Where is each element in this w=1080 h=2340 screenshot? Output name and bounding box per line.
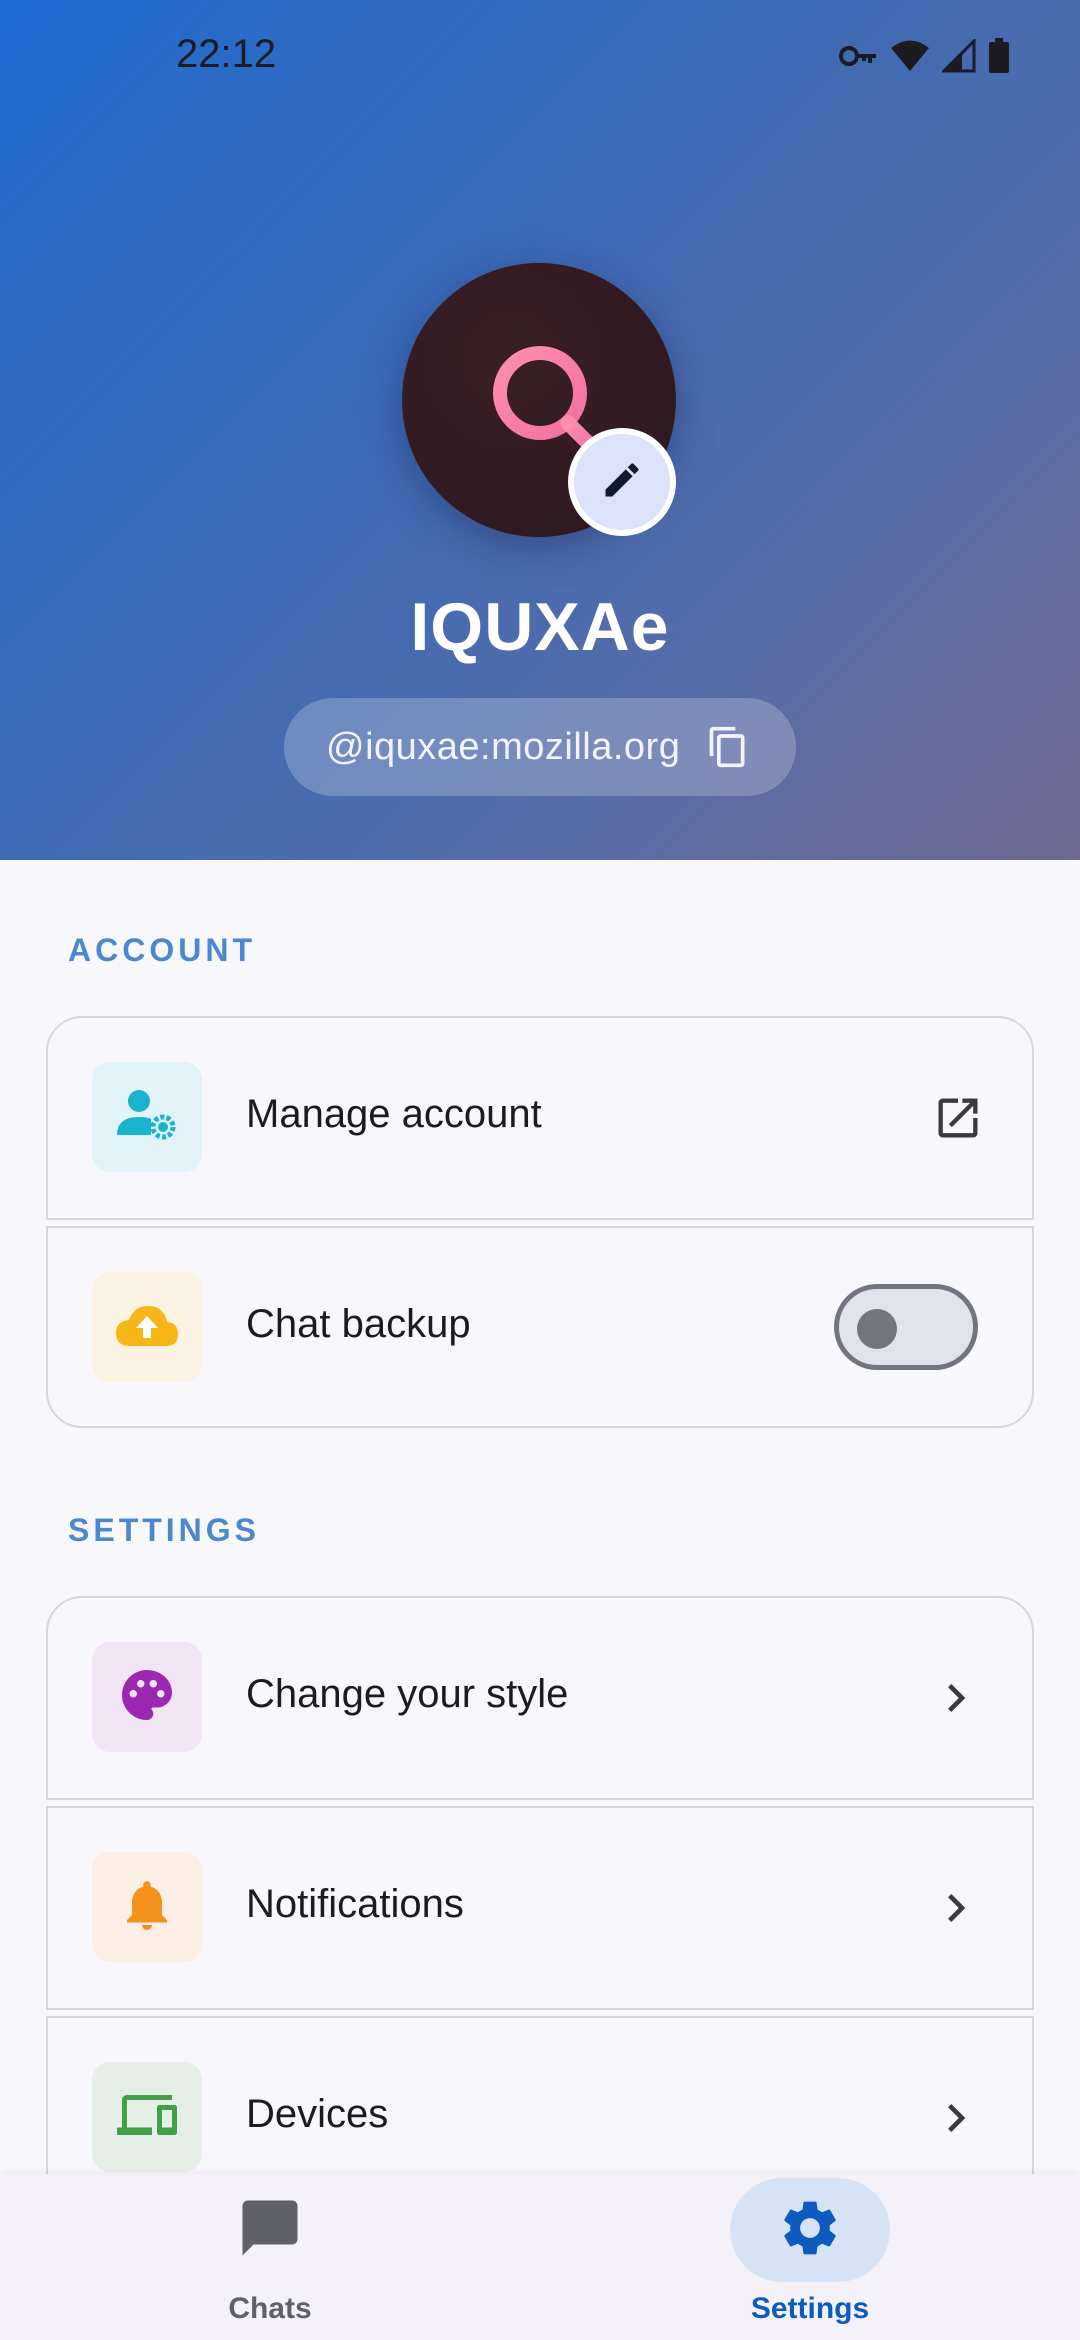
chevron-right-icon: [928, 1670, 984, 1731]
battery-icon: [988, 38, 1010, 74]
vpn-key-icon: [838, 41, 878, 71]
user-id-chip[interactable]: @iquxae:mozilla.org: [284, 698, 796, 796]
manage-account-label: Manage account: [246, 1092, 542, 1136]
change-style-item[interactable]: Change your style: [46, 1596, 1034, 1800]
open-external-icon: [932, 1092, 984, 1149]
notifications-label: Notifications: [246, 1882, 464, 1926]
edit-avatar-button[interactable]: [568, 428, 676, 536]
cloud-upload-icon: [114, 1302, 180, 1353]
copy-icon[interactable]: [706, 724, 750, 775]
change-style-label: Change your style: [246, 1672, 569, 1716]
nav-chats-label: Chats: [228, 2292, 312, 2325]
change-style-icon-box: [92, 1642, 202, 1752]
chevron-right-icon: [928, 1880, 984, 1941]
chat-backup-label: Chat backup: [246, 1302, 471, 1346]
nav-settings-label: Settings: [750, 2292, 870, 2325]
chat-backup-icon-box: [92, 1272, 202, 1382]
nav-item-settings[interactable]: Settings: [540, 2174, 1080, 2340]
bell-icon: [117, 1875, 177, 1940]
user-id-text: @iquxae:mozilla.org: [326, 725, 681, 768]
profile-header: 22:12 IQUXAe @iquxae:mozilla.org: [0, 0, 1080, 860]
devices-label: Devices: [246, 2092, 389, 2136]
manage-account-item[interactable]: Manage account: [46, 1016, 1034, 1220]
toggle-knob: [857, 1309, 897, 1349]
section-label-account: ACCOUNT: [68, 932, 256, 968]
pencil-icon: [600, 458, 644, 507]
bottom-navigation: Chats Settings: [0, 2174, 1080, 2340]
nav-settings-pill: [730, 2178, 890, 2282]
palette-icon: [117, 1665, 177, 1730]
nav-chats-pill: [190, 2178, 350, 2282]
status-icons: [838, 38, 1010, 74]
gear-icon: [777, 2195, 843, 2266]
manage-account-icon-box: [92, 1062, 202, 1172]
notifications-icon-box: [92, 1852, 202, 1962]
section-label-settings: SETTINGS: [68, 1512, 261, 1548]
user-gear-icon: [117, 1087, 177, 1148]
status-time: 22:12: [176, 32, 277, 76]
chat-backup-toggle[interactable]: [834, 1284, 978, 1370]
devices-icon-box: [92, 2062, 202, 2172]
nav-item-chats[interactable]: Chats: [0, 2174, 540, 2340]
status-bar: 22:12: [0, 0, 1080, 110]
display-name: IQUXAe: [410, 589, 670, 665]
notifications-item[interactable]: Notifications: [46, 1806, 1034, 2010]
chat-bubble-icon: [237, 2195, 303, 2266]
chevron-right-icon: [928, 2090, 984, 2151]
signal-icon: [942, 39, 976, 73]
chat-backup-item[interactable]: Chat backup: [46, 1226, 1034, 1428]
wifi-icon: [890, 39, 930, 73]
devices-icon: [115, 2085, 179, 2150]
